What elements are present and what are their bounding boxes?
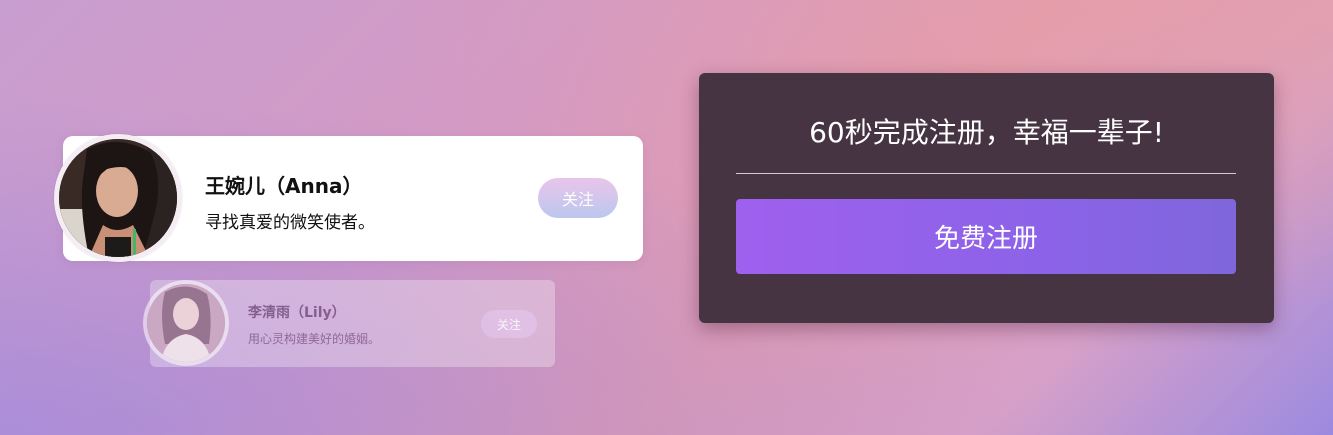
follow-button[interactable]: 关注 bbox=[481, 310, 537, 338]
avatar[interactable] bbox=[54, 134, 182, 262]
divider bbox=[736, 173, 1236, 174]
follow-button[interactable]: 关注 bbox=[538, 178, 618, 218]
profile-name: 王婉儿（Anna） bbox=[205, 174, 363, 198]
register-title: 60秒完成注册，幸福一辈子! bbox=[809, 116, 1164, 149]
profile-bio: 寻找真爱的微笑使者。 bbox=[205, 213, 375, 233]
register-panel: 60秒完成注册，幸福一辈子! 免费注册 bbox=[699, 73, 1274, 323]
profile-name: 李清雨（Lily） bbox=[248, 305, 346, 321]
avatar-portrait bbox=[59, 139, 177, 257]
page-background: 王婉儿（Anna） 寻找真爱的微笑使者。 关注 李清雨（Lily） 用心灵构建美… bbox=[0, 0, 1333, 435]
free-register-button[interactable]: 免费注册 bbox=[736, 199, 1236, 274]
profile-bio: 用心灵构建美好的婚姻。 bbox=[248, 332, 381, 346]
avatar-photo bbox=[147, 284, 225, 362]
avatar-photo bbox=[59, 139, 177, 257]
avatar[interactable] bbox=[143, 280, 229, 366]
avatar-portrait bbox=[147, 284, 225, 362]
